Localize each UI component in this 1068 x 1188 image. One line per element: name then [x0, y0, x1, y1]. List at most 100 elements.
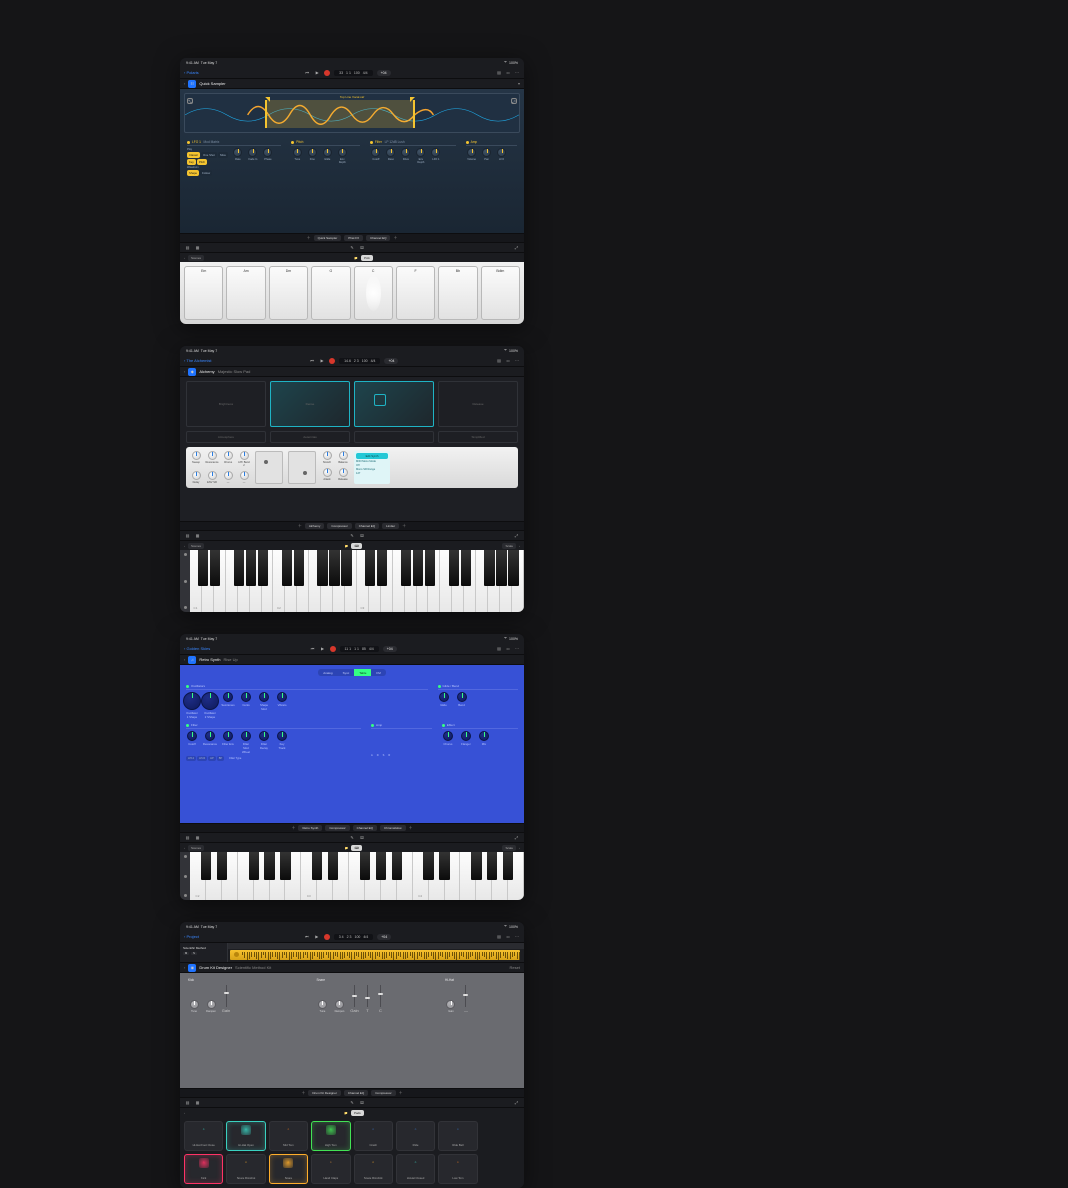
scenes-toggle[interactable]: Scenes	[188, 255, 204, 261]
release-knob[interactable]: Release	[337, 468, 349, 481]
settings-icon[interactable]: ⋯	[514, 646, 520, 652]
follow-keys[interactable]: KeyPitch	[187, 159, 228, 165]
chord-pad-g[interactable]: G	[311, 266, 350, 320]
instrument-badge-icon[interactable]: ◉	[188, 964, 196, 972]
scenes-toggle[interactable]: Scenes	[188, 543, 204, 549]
filter-type-segment[interactable]: LP12 LP24 HP BP Filter Type	[186, 756, 361, 761]
play-button[interactable]: ▶	[314, 70, 320, 76]
tune-knob[interactable]: Tune	[291, 148, 303, 164]
chorus-knob[interactable]: Chorus	[442, 731, 454, 746]
record-button[interactable]	[330, 646, 336, 652]
filter-env-knob[interactable]: Env Depth	[415, 148, 427, 164]
black-key[interactable]	[423, 852, 433, 880]
flow-tab-fx1[interactable]: Phat FX	[344, 235, 363, 241]
reset-button[interactable]: Reset	[510, 965, 520, 970]
instrument-name[interactable]: Retro Synth	[199, 657, 220, 662]
folder-icon[interactable]: 📁	[345, 846, 349, 850]
black-key[interactable]	[329, 550, 339, 586]
piano-keys[interactable]: C1C2C3	[190, 550, 524, 612]
flow-tab-fx1[interactable]: Compressor	[327, 523, 351, 529]
black-key[interactable]	[282, 550, 292, 586]
rewind-button[interactable]: ⏮	[304, 934, 310, 940]
morph-corner-3[interactable]	[354, 381, 434, 427]
settings-icon[interactable]: ⋯	[514, 70, 520, 76]
flow-tab-fx2[interactable]: Compressor	[371, 1090, 395, 1096]
waveform-editor[interactable]: Top Line Vocal.caf ⤡ ⤢	[184, 93, 520, 133]
piano-keys[interactable]: C2C3C4	[190, 852, 524, 900]
cents-knob[interactable]: Cents	[240, 692, 252, 719]
library-icon[interactable]: ▤	[496, 646, 502, 652]
black-key[interactable]	[413, 550, 423, 586]
morph-corner-8[interactable]: Simplified	[438, 431, 518, 443]
expand-icon[interactable]: ⤢	[513, 1099, 520, 1106]
black-key[interactable]	[264, 852, 274, 880]
black-key[interactable]	[280, 852, 290, 880]
dice-icon[interactable]: ⚄	[359, 1099, 366, 1106]
mixer-icon[interactable]: ⚏	[505, 358, 511, 364]
drum-pad[interactable]: ◦Hand Claps	[311, 1154, 350, 1184]
dice-icon[interactable]: ⚄	[359, 834, 366, 841]
chord-pad-bdim[interactable]: Bdim	[481, 266, 520, 320]
black-key[interactable]	[392, 852, 402, 880]
snare-gain-slider[interactable]: Gain	[350, 985, 358, 1013]
black-key[interactable]	[484, 550, 494, 586]
xy-pad-2[interactable]	[288, 451, 316, 484]
drive-knob[interactable]: Drive	[400, 148, 412, 164]
pencil-icon[interactable]: ✎	[349, 1099, 356, 1106]
mode-segment[interactable]: AnalogSyncTableFM	[186, 669, 518, 676]
transport-lcd[interactable]: 331 11004/4	[334, 70, 373, 76]
expand-icon[interactable]: ⤢	[513, 834, 520, 841]
timeline-ruler[interactable]	[228, 943, 524, 949]
view-list-icon[interactable]: ▤	[184, 1099, 191, 1106]
play-button[interactable]: ▶	[320, 646, 326, 652]
black-key[interactable]	[258, 550, 268, 586]
volume-knob[interactable]: Volume	[466, 148, 478, 161]
add-effect-left[interactable]: ＋	[298, 523, 302, 529]
xy-pad-1[interactable]	[255, 451, 283, 484]
black-key[interactable]	[341, 550, 351, 586]
mute-button[interactable]: M	[183, 952, 189, 955]
view-list-icon[interactable]: ▤	[184, 834, 191, 841]
instrument-badge-icon[interactable]: ♫	[188, 656, 196, 664]
key-pill[interactable]: +04	[377, 934, 391, 940]
add-effect-right[interactable]: ＋	[402, 523, 406, 529]
mix-knob[interactable]: Mix	[478, 731, 490, 746]
drum-pad[interactable]: ◦Ride Bell	[438, 1121, 477, 1151]
black-key[interactable]	[317, 550, 327, 586]
key-pill[interactable]: +04	[384, 358, 398, 364]
black-key[interactable]	[312, 852, 322, 880]
expand-icon[interactable]: ⤢	[513, 244, 520, 251]
morph-corner-4[interactable]: Release	[438, 381, 518, 427]
scenes-toggle[interactable]: Scenes	[188, 845, 204, 851]
library-icon[interactable]: ▤	[496, 70, 502, 76]
view-list-icon[interactable]: ▤	[184, 532, 191, 539]
osc2-shape-knob[interactable]: Oscillator 2 Shape	[204, 692, 216, 719]
black-key[interactable]	[449, 550, 459, 586]
patch-name[interactable]: Scientific Method Kit	[235, 965, 271, 970]
drum-pad[interactable]: ◦Crash	[354, 1121, 393, 1151]
black-key[interactable]	[198, 550, 208, 586]
lfo-fade-knob[interactable]: Fade In	[247, 148, 259, 176]
morph-corner-5[interactable]: Atmosphere	[186, 431, 266, 443]
mode-toggle[interactable]: ⌨	[351, 543, 361, 549]
p-knob[interactable]: ENV SR	[206, 471, 218, 484]
lpf-knob[interactable]: LPF Band 2	[238, 451, 250, 467]
mode-toggle[interactable]: ⌨	[351, 845, 361, 851]
flow-tab-fx2[interactable]: Channel EQ	[355, 523, 379, 529]
folder-icon[interactable]: 📁	[345, 544, 349, 548]
settings-icon[interactable]: ⋯	[514, 358, 520, 364]
chord-pad-am[interactable]: Am	[226, 266, 265, 320]
back-chevron-icon[interactable]: ‹	[184, 965, 185, 970]
drum-pad[interactable]: ◦Mid Tom	[269, 1121, 308, 1151]
instrument-badge-icon[interactable]: ◆	[188, 368, 196, 376]
drum-pad[interactable]	[481, 1121, 520, 1151]
rewind-button[interactable]: ⏮	[309, 358, 315, 364]
track-header[interactable]: Scientific Method MS	[180, 943, 228, 962]
transport-lcd[interactable]: 11 11 1854/4	[340, 646, 379, 652]
patch-name[interactable]: Rise Up	[223, 657, 237, 662]
kick-tune-knob[interactable]: Tune	[188, 1000, 200, 1013]
play-button[interactable]: ▶	[319, 358, 325, 364]
expand-icon[interactable]: ⤢	[513, 532, 520, 539]
glide-knob[interactable]: Glide	[321, 148, 333, 164]
drummer-region[interactable]	[230, 950, 520, 960]
